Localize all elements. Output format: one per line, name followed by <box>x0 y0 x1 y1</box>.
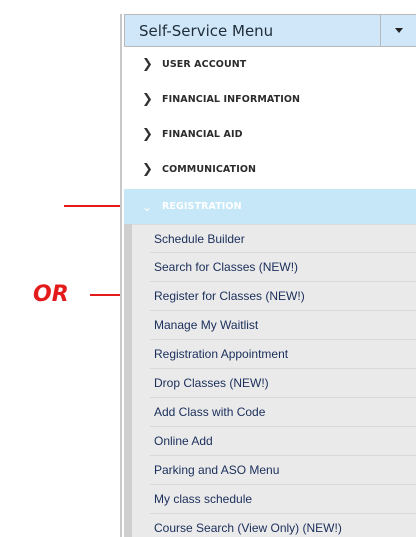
submenu-item-online-add[interactable]: Online Add <box>132 427 416 456</box>
chevron-right-icon: ❯ <box>142 162 153 177</box>
chevron-down-icon: ⌄ <box>142 199 153 214</box>
submenu-item-label: Add Class with Code <box>154 405 266 419</box>
section-registration[interactable]: ⌄ REGISTRATION <box>124 189 416 224</box>
section-label: USER ACCOUNT <box>162 59 247 70</box>
submenu-item-add-class-with-code[interactable]: Add Class with Code <box>132 398 416 427</box>
submenu-item-drop-classes[interactable]: Drop Classes (NEW!) <box>132 369 416 398</box>
section-financial-information[interactable]: ❯ FINANCIAL INFORMATION <box>124 82 416 117</box>
submenu-item-label: Manage My Waitlist <box>154 318 259 332</box>
submenu-item-label: Parking and ASO Menu <box>154 463 280 477</box>
submenu-item-label: Online Add <box>154 434 213 448</box>
submenu-item-register-for-classes[interactable]: Register for Classes (NEW!) <box>132 282 416 311</box>
registration-submenu: Schedule Builder Search for Classes (NEW… <box>124 224 416 537</box>
section-communication[interactable]: ❯ COMMUNICATION <box>124 152 416 187</box>
menu-title: Self-Service Menu <box>139 21 274 40</box>
menu-header: Self-Service Menu <box>124 14 416 47</box>
submenu-item-label: Schedule Builder <box>154 231 245 246</box>
submenu-item-label: Drop Classes (NEW!) <box>154 376 269 390</box>
submenu-item-label: Registration Appointment <box>154 347 289 361</box>
submenu-item-parking-and-aso-menu[interactable]: Parking and ASO Menu <box>132 456 416 485</box>
menu-toggle-button[interactable] <box>380 15 416 46</box>
section-financial-aid[interactable]: ❯ FINANCIAL AID <box>124 117 416 152</box>
self-service-menu: Self-Service Menu ❯ USER ACCOUNT ❯ FINAN… <box>120 14 416 537</box>
submenu-item-label: My class schedule <box>154 492 253 506</box>
submenu-item-search-for-classes[interactable]: Search for Classes (NEW!) <box>132 253 416 282</box>
chevron-right-icon: ❯ <box>142 92 153 107</box>
submenu-item-my-class-schedule[interactable]: My class schedule <box>132 485 416 514</box>
chevron-right-icon: ❯ <box>142 57 153 72</box>
section-label: FINANCIAL AID <box>162 129 243 140</box>
or-annotation: OR <box>33 282 69 307</box>
section-label: COMMUNICATION <box>162 164 257 175</box>
chevron-right-icon: ❯ <box>142 127 153 142</box>
section-label: FINANCIAL INFORMATION <box>162 94 301 105</box>
submenu-item-course-search-view-only[interactable]: Course Search (View Only) (NEW!) <box>132 514 416 537</box>
submenu-item-label: Course Search (View Only) (NEW!) <box>154 521 342 535</box>
caret-down-icon <box>395 28 403 33</box>
submenu-item-registration-appointment[interactable]: Registration Appointment <box>132 340 416 369</box>
submenu-item-schedule-builder[interactable]: Schedule Builder <box>132 224 416 253</box>
section-user-account[interactable]: ❯ USER ACCOUNT <box>124 47 416 82</box>
submenu-item-label: Register for Classes (NEW!) <box>154 289 305 303</box>
page: OR Self-Service Menu ❯ USER ACCOUNT ❯ FI… <box>0 0 416 537</box>
section-label: REGISTRATION <box>162 201 242 212</box>
submenu-item-manage-my-waitlist[interactable]: Manage My Waitlist <box>132 311 416 340</box>
submenu-item-label: Search for Classes (NEW!) <box>154 260 299 274</box>
